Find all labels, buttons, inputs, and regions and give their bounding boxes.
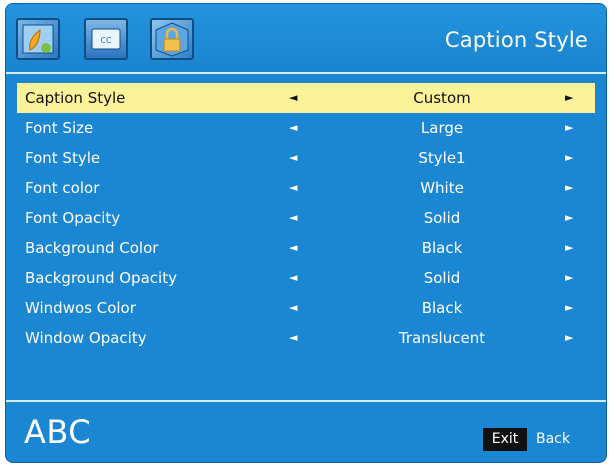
arrow-right-icon[interactable]: ►: [565, 203, 573, 233]
row-value: Solid: [423, 209, 461, 227]
page-title: Caption Style: [444, 28, 588, 52]
row-label: Background Opacity: [25, 269, 177, 287]
row-label: Font Size: [25, 119, 94, 137]
row-label: Caption Style: [25, 89, 126, 107]
lock-icon[interactable]: [150, 18, 194, 60]
arrow-left-icon[interactable]: ◄: [289, 143, 297, 173]
arrow-left-icon[interactable]: ◄: [289, 323, 297, 353]
caption-settings-list: Caption Style ◄ Custom ► Font Size ◄ Lar…: [17, 83, 595, 353]
arrow-left-icon[interactable]: ◄: [289, 173, 297, 203]
arrow-right-icon[interactable]: ►: [565, 113, 573, 143]
menu-row-background-opacity[interactable]: Background Opacity ◄ Solid ►: [17, 263, 595, 293]
row-value: Black: [421, 299, 463, 317]
arrow-right-icon[interactable]: ►: [565, 293, 573, 323]
header-divider: [6, 72, 606, 74]
row-label: Windwos Color: [25, 299, 136, 317]
row-value: Large: [420, 119, 464, 137]
row-label: Font Style: [25, 149, 101, 167]
arrow-right-icon[interactable]: ►: [565, 323, 573, 353]
row-value: Style1: [418, 149, 466, 167]
row-value: Translucent: [398, 329, 486, 347]
caption-style-osd: CC Caption Style Caption Style ◄ Custom …: [5, 3, 607, 463]
menu-row-background-color[interactable]: Background Color ◄ Black ►: [17, 233, 595, 263]
menu-row-caption-style[interactable]: Caption Style ◄ Custom ►: [17, 83, 595, 113]
arrow-right-icon[interactable]: ►: [565, 83, 573, 113]
row-value: Custom: [413, 89, 471, 107]
caption-preview-text: ABC: [24, 413, 92, 451]
arrow-right-icon[interactable]: ►: [565, 233, 573, 263]
row-label: Window Opacity: [25, 329, 147, 347]
header-bar: CC Caption Style: [6, 4, 606, 72]
footer-divider: [6, 400, 606, 402]
menu-row-window-color[interactable]: Windwos Color ◄ Black ►: [17, 293, 595, 323]
menu-row-font-opacity[interactable]: Font Opacity ◄ Solid ►: [17, 203, 595, 233]
back-label: Back: [536, 431, 570, 447]
closed-caption-icon[interactable]: CC: [84, 18, 128, 60]
arrow-left-icon[interactable]: ◄: [289, 203, 297, 233]
row-value: Solid: [423, 269, 461, 287]
arrow-left-icon[interactable]: ◄: [289, 83, 297, 113]
menu-row-font-color[interactable]: Font color ◄ White ►: [17, 173, 595, 203]
arrow-left-icon[interactable]: ◄: [289, 233, 297, 263]
row-value: Black: [421, 239, 463, 257]
row-label: Font Opacity: [25, 209, 121, 227]
menu-row-font-style[interactable]: Font Style ◄ Style1 ►: [17, 143, 595, 173]
exit-key-badge[interactable]: Exit: [483, 428, 527, 451]
row-value: White: [420, 179, 464, 197]
picture-palette-icon[interactable]: [16, 18, 60, 60]
arrow-left-icon[interactable]: ◄: [289, 263, 297, 293]
arrow-left-icon[interactable]: ◄: [289, 113, 297, 143]
row-label: Font color: [25, 179, 100, 197]
row-label: Background Color: [25, 239, 159, 257]
arrow-right-icon[interactable]: ►: [565, 263, 573, 293]
arrow-left-icon[interactable]: ◄: [289, 293, 297, 323]
menu-row-font-size[interactable]: Font Size ◄ Large ►: [17, 113, 595, 143]
arrow-right-icon[interactable]: ►: [565, 143, 573, 173]
menu-row-window-opacity[interactable]: Window Opacity ◄ Translucent ►: [17, 323, 595, 353]
arrow-right-icon[interactable]: ►: [565, 173, 573, 203]
svg-text:CC: CC: [100, 36, 112, 45]
